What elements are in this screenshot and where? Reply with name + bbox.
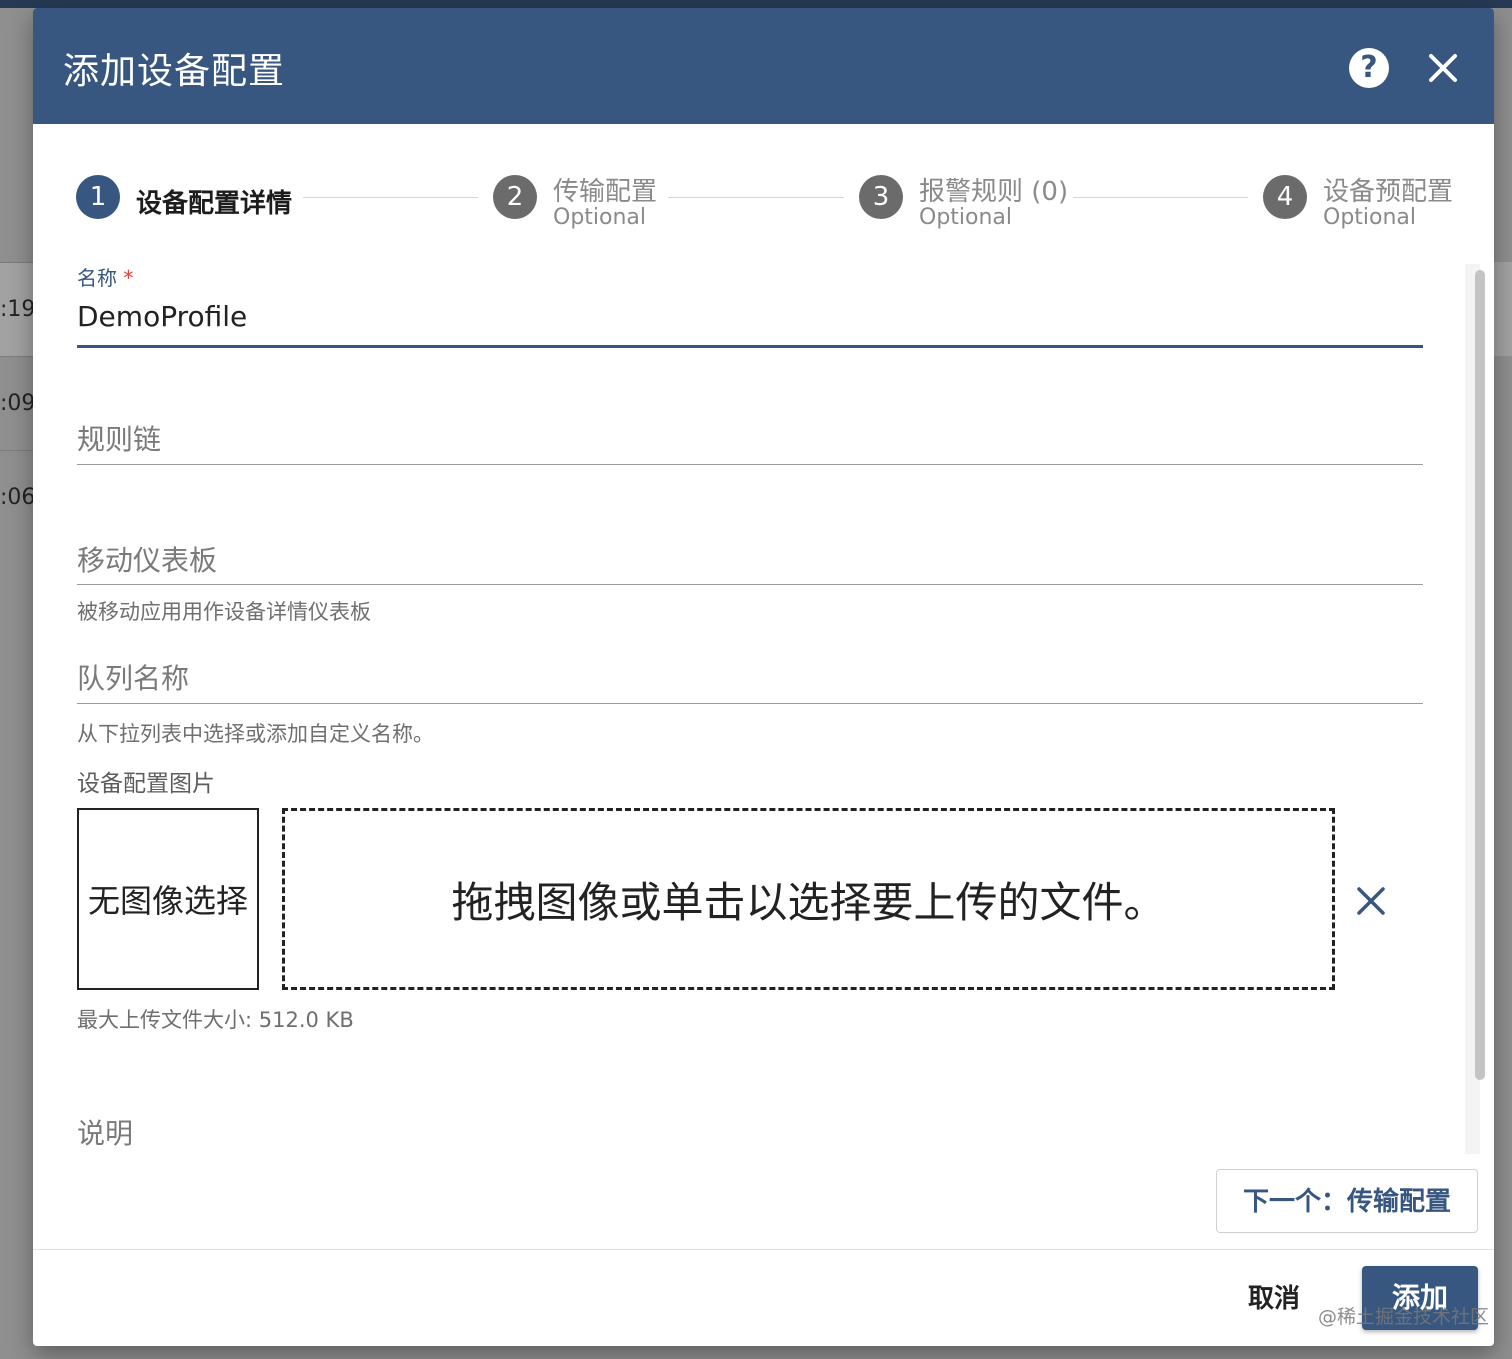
profile-image-label: 设备配置图片	[77, 771, 215, 797]
step-number: 4	[1263, 175, 1307, 219]
watermark-text: @稀土掘金技术社区	[1318, 1306, 1490, 1328]
step-label: 传输配置	[553, 177, 658, 207]
step-optional-label: Optional	[919, 205, 1013, 230]
name-input[interactable]: DemoProfile	[77, 300, 247, 333]
max-size-hint: 最大上传文件大小: 512.0 KB	[77, 1008, 354, 1032]
background-row: :09	[0, 356, 36, 450]
help-icon[interactable]: ?	[1349, 48, 1389, 88]
queue-name-hint: 从下拉列表中选择或添加自定义名称。	[77, 722, 434, 746]
dialog-title: 添加设备配置	[63, 51, 286, 92]
next-step-button[interactable]: 下一个：传输配置	[1216, 1169, 1478, 1233]
step-connector	[668, 197, 844, 198]
step-connector	[1073, 197, 1248, 198]
background-row: :19	[0, 262, 36, 356]
close-icon[interactable]	[1421, 46, 1465, 90]
step-label: 报警规则 (0)	[919, 177, 1069, 207]
rule-chain-underline	[77, 464, 1423, 465]
clear-image-icon[interactable]	[1353, 883, 1389, 919]
background-topbar	[0, 0, 1512, 8]
queue-name-input[interactable]: 队列名称	[77, 657, 189, 697]
step-optional-label: Optional	[1323, 205, 1417, 230]
drop-zone-text: 拖拽图像或单击以选择要上传的文件。	[451, 877, 1166, 927]
form-scrollbar-thumb[interactable]	[1475, 270, 1485, 1080]
step-number: 2	[493, 175, 537, 219]
background-row: :06	[0, 450, 36, 544]
image-preview: 无图像选择	[77, 808, 259, 990]
image-drop-zone[interactable]: 拖拽图像或单击以选择要上传的文件。	[282, 808, 1335, 990]
cancel-button[interactable]: 取消	[1229, 1278, 1319, 1320]
footer-divider	[33, 1249, 1494, 1250]
mobile-dashboard-select[interactable]: 移动仪表板	[77, 539, 217, 579]
description-textarea[interactable]: 说明	[77, 1112, 133, 1152]
background-highlight-row-right	[1494, 262, 1512, 356]
rule-chain-select[interactable]: 规则链	[77, 418, 161, 458]
background-row-time: :09	[0, 391, 36, 416]
name-input-underline	[77, 345, 1423, 348]
required-mark: *	[123, 266, 134, 290]
queue-name-underline	[77, 703, 1423, 704]
name-label-text: 名称	[77, 266, 117, 290]
step-number: 3	[859, 175, 903, 219]
no-image-text: 无图像选择	[87, 882, 248, 920]
dialog-header: 添加设备配置 ?	[33, 8, 1494, 124]
mobile-dashboard-underline	[77, 584, 1423, 585]
name-field-label: 名称 *	[77, 262, 133, 291]
step-label: 设备配置详情	[136, 189, 293, 219]
background-row-time: :06	[0, 485, 36, 510]
step-connector	[303, 197, 478, 198]
background-row-time: :19	[0, 297, 36, 322]
add-device-profile-dialog: 添加设备配置 ? 1 设备配置详情 2 传输配置 Optional 3 报警规则…	[33, 8, 1494, 1346]
step-label: 设备预配置	[1323, 177, 1454, 207]
step-number: 1	[76, 175, 120, 219]
step-optional-label: Optional	[553, 205, 647, 230]
mobile-dashboard-hint: 被移动应用用作设备详情仪表板	[77, 600, 371, 624]
